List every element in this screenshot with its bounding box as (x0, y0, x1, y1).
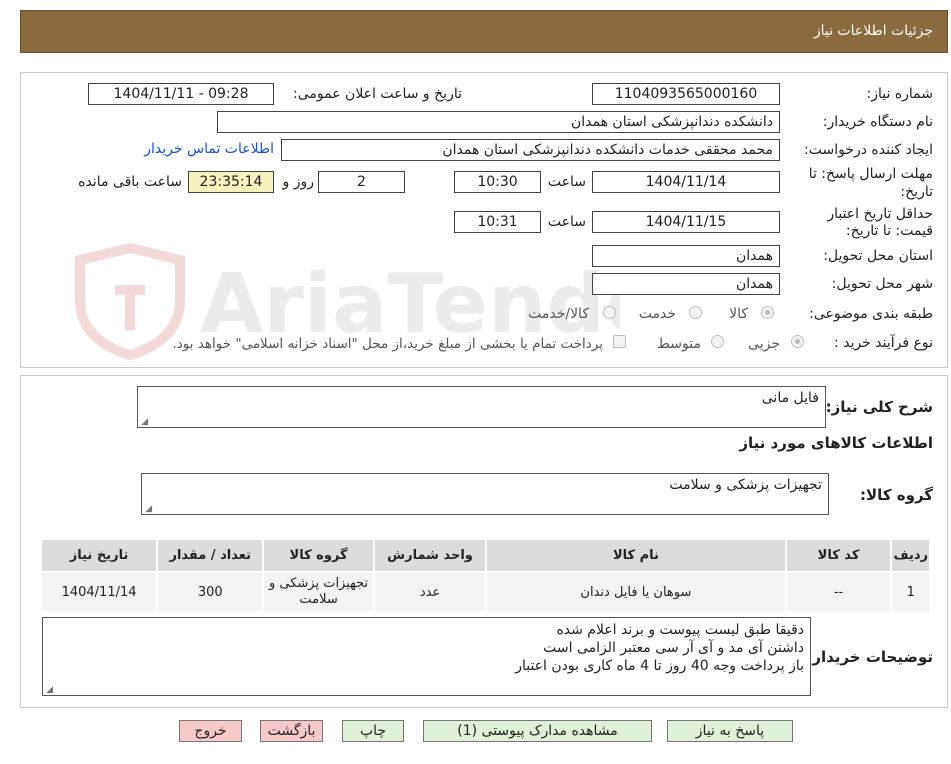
days-label: روز و (282, 174, 315, 190)
buyer-org-label: نام دستگاه خریدار: (822, 114, 933, 130)
category-option-service: خدمت (638, 306, 676, 322)
notes-line: دقیقا طبق لیست پیوست و برند اعلام شده (556, 622, 804, 638)
validity-time-field: 10:31 (454, 211, 541, 233)
need-number-field: 1104093565000160 (592, 83, 780, 105)
treasury-checkbox[interactable] (613, 335, 626, 348)
remaining-label: ساعت باقی مانده (78, 174, 182, 190)
col-code-header: کد کالا (784, 538, 893, 573)
process-radio-minor[interactable] (791, 335, 804, 348)
requester-label: ایجاد کننده درخواست: (804, 142, 933, 158)
validity-date-field: 1404/11/15 (592, 211, 780, 233)
group-label: گروه کالا: (860, 486, 933, 504)
city-field: همدان (592, 273, 780, 295)
resize-grip-icon[interactable]: ◢ (45, 686, 53, 695)
city-label: شهر محل تحویل: (831, 276, 933, 292)
category-radio-goods-service[interactable] (603, 306, 616, 319)
col-qty-header: تعداد / مقدار (156, 538, 265, 573)
deadline-label-2: تاریخ: (900, 184, 933, 200)
cell-qty: 300 (156, 571, 265, 613)
category-label: طبقه بندی موضوعی: (809, 306, 933, 322)
validity-time-label: ساعت (547, 214, 586, 230)
cell-group: تجهیزات پزشکی و سلامت (262, 571, 375, 613)
col-row-header: ردیف (890, 538, 931, 573)
deadline-time-label: ساعت (547, 174, 586, 190)
process-radio-medium[interactable] (711, 335, 724, 348)
attachments-button[interactable]: مشاهده مدارک پیوستی (1) (423, 720, 652, 742)
category-radio-service[interactable] (689, 306, 702, 319)
reply-button[interactable]: پاسخ به نیاز (667, 720, 793, 742)
exit-button[interactable]: خروج (179, 720, 242, 742)
table-header-row: ردیف کد کالا نام کالا واحد شمارش گروه کا… (39, 538, 931, 573)
need-number-label: شماره نیاز: (866, 86, 934, 102)
items-table: ردیف کد کالا نام کالا واحد شمارش گروه کا… (39, 538, 931, 613)
group-textarea[interactable]: تجهیزات پزشکی و سلامت ◢ (141, 473, 829, 515)
col-group-header: گروه کالا (262, 538, 375, 573)
notes-line: داشتن آی مد و آی آر سی معتبر الزامی است (543, 640, 804, 656)
validity-label-2: قیمت: تا تاریخ: (845, 223, 933, 239)
treasury-note: پرداخت تمام یا بخشی از مبلغ خرید،از محل … (172, 336, 603, 352)
cell-row: 1 (890, 571, 931, 613)
days-field: 2 (318, 171, 405, 193)
province-field: همدان (592, 245, 780, 267)
group-text: تجهیزات پزشکی و سلامت (669, 477, 822, 493)
contact-info-link[interactable]: اطلاعات تماس خریدار (144, 141, 274, 157)
notes-label: توضیحات خریدار: (806, 648, 933, 666)
cell-code: -- (784, 571, 893, 613)
deadline-date-field: 1404/11/14 (592, 171, 780, 193)
deadline-label: مهلت ارسال پاسخ: تا (808, 166, 933, 182)
deadline-time-field: 10:30 (454, 171, 541, 193)
process-option-medium: متوسط (657, 336, 701, 352)
page-title: جزئیات اطلاعات نیاز (813, 23, 933, 39)
description-label: شرح کلی نیاز: (825, 398, 933, 416)
process-option-minor: جزیی (748, 336, 780, 352)
print-button[interactable]: چاپ (342, 720, 404, 742)
province-label: استان محل تحویل: (823, 248, 933, 264)
items-section-title: اطلاعات کالاهای مورد نیاز (739, 434, 933, 452)
col-name-header: نام کالا (485, 538, 787, 573)
announce-field: 1404/11/11 - 09:28 (88, 83, 274, 105)
cell-unit: عدد (372, 571, 488, 613)
process-label: نوع فرآیند خرید : (834, 335, 933, 351)
table-row: 1 -- سوهان یا فایل دندان عدد تجهیزات پزش… (39, 571, 931, 613)
notes-textarea[interactable]: دقیقا طبق لیست پیوست و برند اعلام شده دا… (42, 617, 811, 696)
resize-grip-icon[interactable]: ◢ (144, 505, 152, 514)
category-option-goods-service: کالا/خدمت (528, 306, 589, 322)
category-option-goods: کالا (729, 306, 748, 322)
remaining-time-field: 23:35:14 (188, 171, 274, 193)
back-button[interactable]: بازگشت (260, 720, 323, 742)
validity-label: حداقل تاریخ اعتبار (827, 206, 933, 222)
description-textarea[interactable]: فایل مانی ◢ (137, 386, 826, 428)
requester-field: محمد محققی خدمات دانشکده دندانپزشکی استا… (281, 139, 780, 161)
page-header: جزئیات اطلاعات نیاز (20, 10, 948, 53)
notes-line: باز پرداخت وجه 40 روز تا 4 ماه کاری بودن… (515, 658, 804, 674)
category-radio-goods[interactable] (761, 306, 774, 319)
resize-grip-icon[interactable]: ◢ (140, 418, 148, 427)
cell-date: 1404/11/14 (39, 571, 159, 613)
cell-name: سوهان یا فایل دندان (485, 571, 787, 613)
col-date-header: تاریخ نیاز (39, 538, 159, 573)
col-unit-header: واحد شمارش (372, 538, 488, 573)
description-text: فایل مانی (761, 390, 819, 406)
buyer-org-field: دانشکده دندانپزشکی استان همدان (217, 111, 780, 133)
announce-label: تاریخ و ساعت اعلان عمومی: (293, 86, 462, 102)
